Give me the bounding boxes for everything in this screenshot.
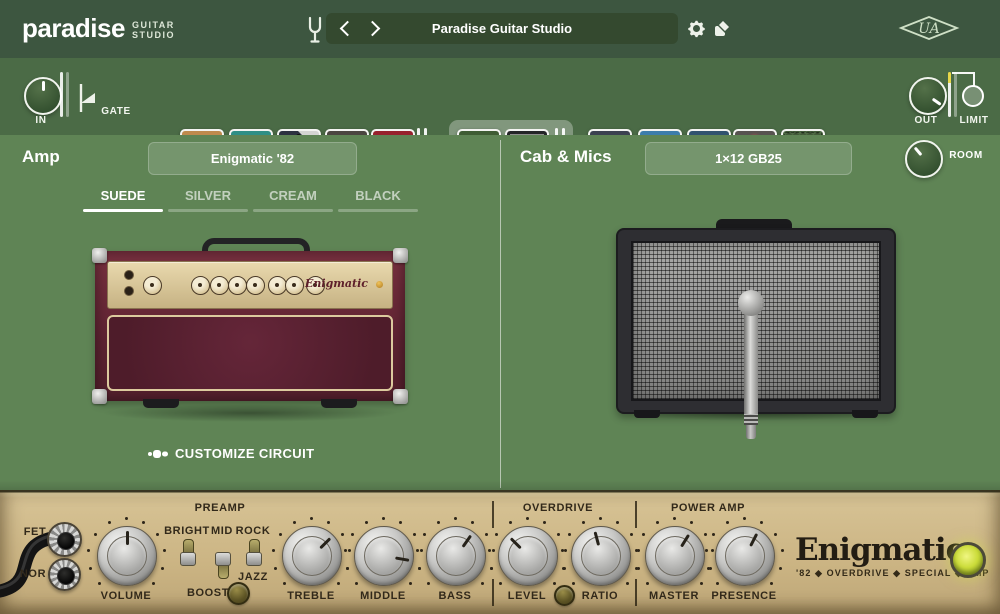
input-gain-knob[interactable] xyxy=(24,77,62,115)
microphone-knurl-ring xyxy=(744,414,758,425)
tab-silver[interactable]: SILVER xyxy=(168,188,248,203)
pencil-edit-icon[interactable] xyxy=(713,19,732,38)
room-label: ROOM xyxy=(944,150,988,161)
app-logo: paradise GUITAR STUDIO xyxy=(22,13,175,44)
gate-icon[interactable] xyxy=(78,82,98,114)
amp-foot xyxy=(143,399,179,408)
amp-face-knob-bass xyxy=(228,276,247,295)
poweramp-section-label: POWER AMP xyxy=(663,502,753,514)
preset-bar[interactable]: Paradise Guitar Studio xyxy=(326,13,678,44)
nor-input-label: NOR xyxy=(16,568,50,580)
amp-suede-front xyxy=(107,315,393,391)
output-label: OUT xyxy=(908,115,944,126)
amp-corner-cap xyxy=(393,389,408,404)
amp-corner-cap xyxy=(92,389,107,404)
panel-divider xyxy=(500,140,501,488)
enigmatic-logo: Enigmatic xyxy=(795,532,963,568)
amp-foot xyxy=(321,399,357,408)
amp-face-knob-level xyxy=(246,276,265,295)
boost-button[interactable] xyxy=(227,582,250,605)
tab-cream[interactable]: CREAM xyxy=(253,188,333,203)
limit-label: LIMIT xyxy=(952,115,996,126)
amp-face-jack-2 xyxy=(124,286,134,296)
brand-name: paradise xyxy=(22,13,125,44)
amp-face-pilot-light xyxy=(376,281,383,288)
cab-model-name: 1×12 GB25 xyxy=(715,151,782,166)
boost-button-label: BOOST xyxy=(186,587,230,599)
paradise-guitar-studio-app: paradise GUITAR STUDIO Paradise Guitar S… xyxy=(0,0,1000,614)
overdrive-section-label: OVERDRIVE xyxy=(518,502,598,514)
mid-toggle[interactable] xyxy=(211,540,233,576)
cab-foot xyxy=(634,410,660,418)
tab-black[interactable]: BLACK xyxy=(338,188,418,203)
circuit-component-icon xyxy=(148,448,168,460)
amp-corner-cap xyxy=(393,248,408,263)
gear-icon[interactable] xyxy=(686,18,707,39)
amp-model-name: Enigmatic '82 xyxy=(211,151,294,166)
preamp-section-label: PREAMP xyxy=(180,502,260,514)
signal-chain-row: IN GATE Enigma xyxy=(0,58,1000,136)
amp-face-jack-1 xyxy=(124,270,134,280)
cab-model-selector[interactable]: 1×12 GB25 xyxy=(645,142,852,175)
bright-toggle[interactable] xyxy=(176,540,198,576)
microphone-capsule xyxy=(738,290,764,316)
customize-circuit-label: CUSTOMIZE CIRCUIT xyxy=(175,446,314,461)
amp-face-knob-master xyxy=(285,276,304,295)
microphone-connector xyxy=(746,425,756,439)
cab-foot xyxy=(852,410,878,418)
amp-section-header: Amp xyxy=(22,147,60,167)
output-gain-knob[interactable] xyxy=(909,77,947,115)
microphone-body xyxy=(744,312,758,424)
fet-input-jack[interactable] xyxy=(47,522,82,557)
power-led xyxy=(950,542,986,578)
presence-knob[interactable]: PRESENCE xyxy=(699,524,789,614)
room-knob[interactable] xyxy=(905,140,943,178)
preset-name[interactable]: Paradise Guitar Studio xyxy=(326,21,678,36)
amp-face-knob-middle xyxy=(210,276,229,295)
customize-circuit-button[interactable]: CUSTOMIZE CIRCUIT xyxy=(148,446,314,461)
title-bar: paradise GUITAR STUDIO Paradise Guitar S… xyxy=(0,0,1000,59)
nor-input-jack[interactable] xyxy=(48,558,81,591)
amp-corner-cap xyxy=(92,248,107,263)
universal-audio-logo: UA xyxy=(898,14,960,42)
limiter-toggle[interactable] xyxy=(962,85,984,107)
input-label: IN xyxy=(28,115,54,126)
volume-knob[interactable]: VOLUME xyxy=(81,524,171,614)
tuning-fork-icon[interactable] xyxy=(306,16,324,44)
amp-head-image: Enigmatic xyxy=(95,238,405,418)
output-meter xyxy=(948,72,951,117)
cab-image xyxy=(616,218,892,418)
cab-section-header: Cab & Mics xyxy=(520,147,612,167)
input-meter xyxy=(60,72,63,117)
amp-control-panel-face: Enigmatic xyxy=(107,261,393,309)
brand-sub-guitar: GUITAR xyxy=(132,20,175,30)
amp-face-logo: Enigmatic xyxy=(305,277,368,290)
amp-face-knob-treble xyxy=(191,276,210,295)
gate-label: GATE xyxy=(96,106,136,117)
brand-sub-studio: STUDIO xyxy=(132,30,175,40)
input-meter-right xyxy=(66,72,69,117)
amp-face-knob-volume xyxy=(143,276,162,295)
ua-letters: UA xyxy=(918,21,939,37)
amp-model-selector[interactable]: Enigmatic '82 xyxy=(148,142,357,175)
tab-suede[interactable]: SUEDE xyxy=(83,188,163,203)
amp-body: Enigmatic xyxy=(95,251,405,401)
